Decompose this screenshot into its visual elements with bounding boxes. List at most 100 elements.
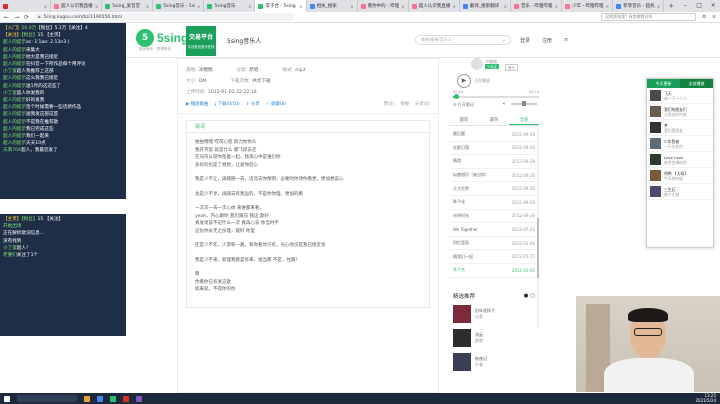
taskbar-search[interactable] xyxy=(17,395,77,402)
avatar[interactable] xyxy=(650,122,661,133)
browser-search-box[interactable]: 没找到答案? 有卖哪首好听 xyxy=(601,13,697,21)
tab-close-icon[interactable]: × xyxy=(248,4,251,9)
song-row[interactable]: 李子合 2012-01-02 xyxy=(449,264,539,278)
chat-username[interactable]: 超人的提示 xyxy=(3,141,26,146)
avatar[interactable] xyxy=(650,154,661,165)
recommend-item[interactable]: 秋夜记 叶春 xyxy=(449,350,539,374)
song-row[interactable]: 似曾相识（来自你） 2012-09-26 xyxy=(449,169,539,183)
action-play[interactable]: ▶ 播放歌曲 xyxy=(186,101,208,107)
song-row[interactable]: 陈子化 2012-09-26 xyxy=(449,196,539,210)
volume-handle[interactable] xyxy=(522,101,526,106)
chat-username[interactable]: 超人的提示 xyxy=(3,40,26,45)
header-link[interactable]: 登录 xyxy=(520,37,530,44)
site-search-input[interactable]: 歌曲/歌单/音乐人 ⌕ xyxy=(415,35,511,45)
close-icon[interactable]: × xyxy=(706,0,720,12)
progress-handle[interactable] xyxy=(453,94,459,99)
chat-username[interactable]: 超人的提示 xyxy=(3,134,26,139)
tab-lyrics[interactable]: 歌词 xyxy=(187,121,429,133)
music-badge[interactable]: 音乐 xyxy=(505,64,518,71)
contact-item[interactable]: 飞天 来一下一个人 xyxy=(647,88,713,104)
chat-username[interactable]: 【粉丝】 xyxy=(21,217,37,222)
maximize-icon[interactable]: □ xyxy=(692,0,706,12)
chat-username[interactable]: 老婆们 xyxy=(3,253,17,258)
tab-close-icon[interactable]: × xyxy=(555,4,558,9)
tab-close-icon[interactable]: × xyxy=(197,4,200,9)
new-tab-icon[interactable]: + xyxy=(664,2,678,10)
volume-icon[interactable]: 🔈︎ xyxy=(503,101,506,107)
recommend-user[interactable]: 佳莉 xyxy=(475,314,495,320)
chat-username[interactable]: 天南704 xyxy=(3,148,21,153)
search-icon[interactable]: ⌕ xyxy=(503,38,505,43)
tab-close-icon[interactable]: × xyxy=(657,4,660,9)
avatar[interactable] xyxy=(650,90,661,101)
chat-username[interactable]: 【粉丝】 xyxy=(21,33,37,38)
chat-username[interactable]: 小丁蛋 xyxy=(3,69,17,74)
avatar[interactable] xyxy=(650,170,661,181)
browser-tab[interactable]: 菲菲音乐 - 超机 × xyxy=(613,0,665,12)
browser-tab[interactable]: 相关_搜索 × xyxy=(307,0,358,12)
contact-item[interactable]: Love Love 有时会唱给你 xyxy=(647,152,713,168)
browser-tab[interactable]: 音乐 - 哔哩哔哩 × xyxy=(511,0,563,12)
site-logo[interactable]: 5 5sing xyxy=(136,29,188,47)
extension-icon[interactable]: ⚙ xyxy=(702,15,706,20)
browser-tab[interactable]: 5sing音乐 - 5sing音乐× xyxy=(153,0,205,12)
tab-close-icon[interactable]: × xyxy=(299,4,302,9)
browser-tab[interactable]: × xyxy=(0,0,52,12)
file-explorer-icon[interactable] xyxy=(84,395,90,402)
recommend-thumbnail[interactable] xyxy=(453,329,471,347)
contact-item[interactable]: 鸡鸭 【大毛】 今天的时候 xyxy=(647,168,713,184)
play-button[interactable]: ▶ xyxy=(457,74,471,88)
chat-username[interactable]: 20.0万 xyxy=(21,26,36,31)
contact-item[interactable]: 少年智者 一只在此时 xyxy=(647,136,713,152)
back-icon[interactable]: ← xyxy=(4,14,9,21)
action-right-item[interactable]: 赞(0) xyxy=(384,101,395,107)
browser-tab[interactable]: 超人认识我直播间× xyxy=(51,0,103,12)
tab-close-icon[interactable]: × xyxy=(452,4,455,9)
tab-close-icon[interactable]: × xyxy=(606,4,609,9)
song-row[interactable]: 大大世界 2012-09-26 xyxy=(449,182,539,196)
app-icon[interactable] xyxy=(110,395,116,402)
avatar[interactable] xyxy=(650,106,661,117)
song-row[interactable]: We Together 2012-07-02 xyxy=(449,223,539,237)
browser-tab[interactable]: 5sing音乐 × xyxy=(204,0,256,12)
chat-username[interactable]: 超人的提示 xyxy=(3,98,26,103)
header-link[interactable]: 注册 xyxy=(542,37,552,44)
trade-platform-button[interactable]: 交易平台 平台首页音乐在线 xyxy=(186,26,216,56)
chat-username[interactable]: 超人的提示 xyxy=(3,112,26,117)
browser-icon[interactable] xyxy=(97,395,103,402)
tab-close-icon[interactable]: × xyxy=(95,4,98,9)
avatar[interactable] xyxy=(650,186,661,197)
chat-username[interactable]: 超人的提示 xyxy=(3,55,26,60)
action-right-item[interactable]: 分享(0) xyxy=(415,101,430,107)
scroll-thumb[interactable] xyxy=(537,218,539,278)
browser-tab[interactable]: 看你中的 - 哔哩哔哩× xyxy=(358,0,409,12)
forward-icon[interactable]: → xyxy=(14,14,19,21)
musician-link[interactable]: 5sing音乐人 xyxy=(227,36,261,45)
tab-1[interactable]: 最热 xyxy=(479,116,509,125)
volume-slider[interactable] xyxy=(511,101,537,106)
action-download[interactable]: ⤓ 下载(0/10) xyxy=(214,101,239,107)
contact-item[interactable]: 三生石 歌大大城 xyxy=(647,184,713,200)
header-link[interactable]: ≡ xyxy=(564,37,568,44)
chat-username[interactable]: 超人的提示 xyxy=(3,120,26,125)
chat-username[interactable]: 小丁蛋 xyxy=(3,246,17,251)
recommend-thumbnail[interactable] xyxy=(453,305,471,323)
contact-item[interactable]: 幸我们是朋友 xyxy=(647,120,713,136)
minimize-icon[interactable]: – xyxy=(678,0,692,12)
action-right-item[interactable]: 举报 xyxy=(400,101,409,107)
chat-username[interactable]: 小丁蛋 xyxy=(3,91,17,96)
recommend-item[interactable]: 旧年花样子 佳莉 xyxy=(449,302,539,326)
song-row[interactable]: 在那日落 2012-09-26 xyxy=(449,142,539,156)
popup-tab[interactable]: 全部播放 xyxy=(680,79,713,88)
avatar[interactable] xyxy=(471,58,483,70)
tab-close-icon[interactable]: × xyxy=(401,4,404,9)
browser-tab[interactable]: 5sing_爱音堂 × xyxy=(102,0,154,12)
start-icon[interactable] xyxy=(4,395,10,402)
url-input[interactable]: 🔒︎ 5sing.kugou.com/bz/1190556.html xyxy=(34,13,295,21)
action-share[interactable]: ⇪ 分享 xyxy=(246,101,260,107)
recommend-item[interactable]: 流云 虞歌 xyxy=(449,326,539,350)
browser-tab[interactable]: 超人认识我直播间× xyxy=(409,0,460,12)
browser-tab[interactable]: 少年 - 哔哩哔哩 × xyxy=(562,0,614,12)
taskbar-clock[interactable]: 13:25 2021/5/24 xyxy=(695,393,716,403)
chat-username[interactable]: 开始出场 xyxy=(3,224,21,229)
